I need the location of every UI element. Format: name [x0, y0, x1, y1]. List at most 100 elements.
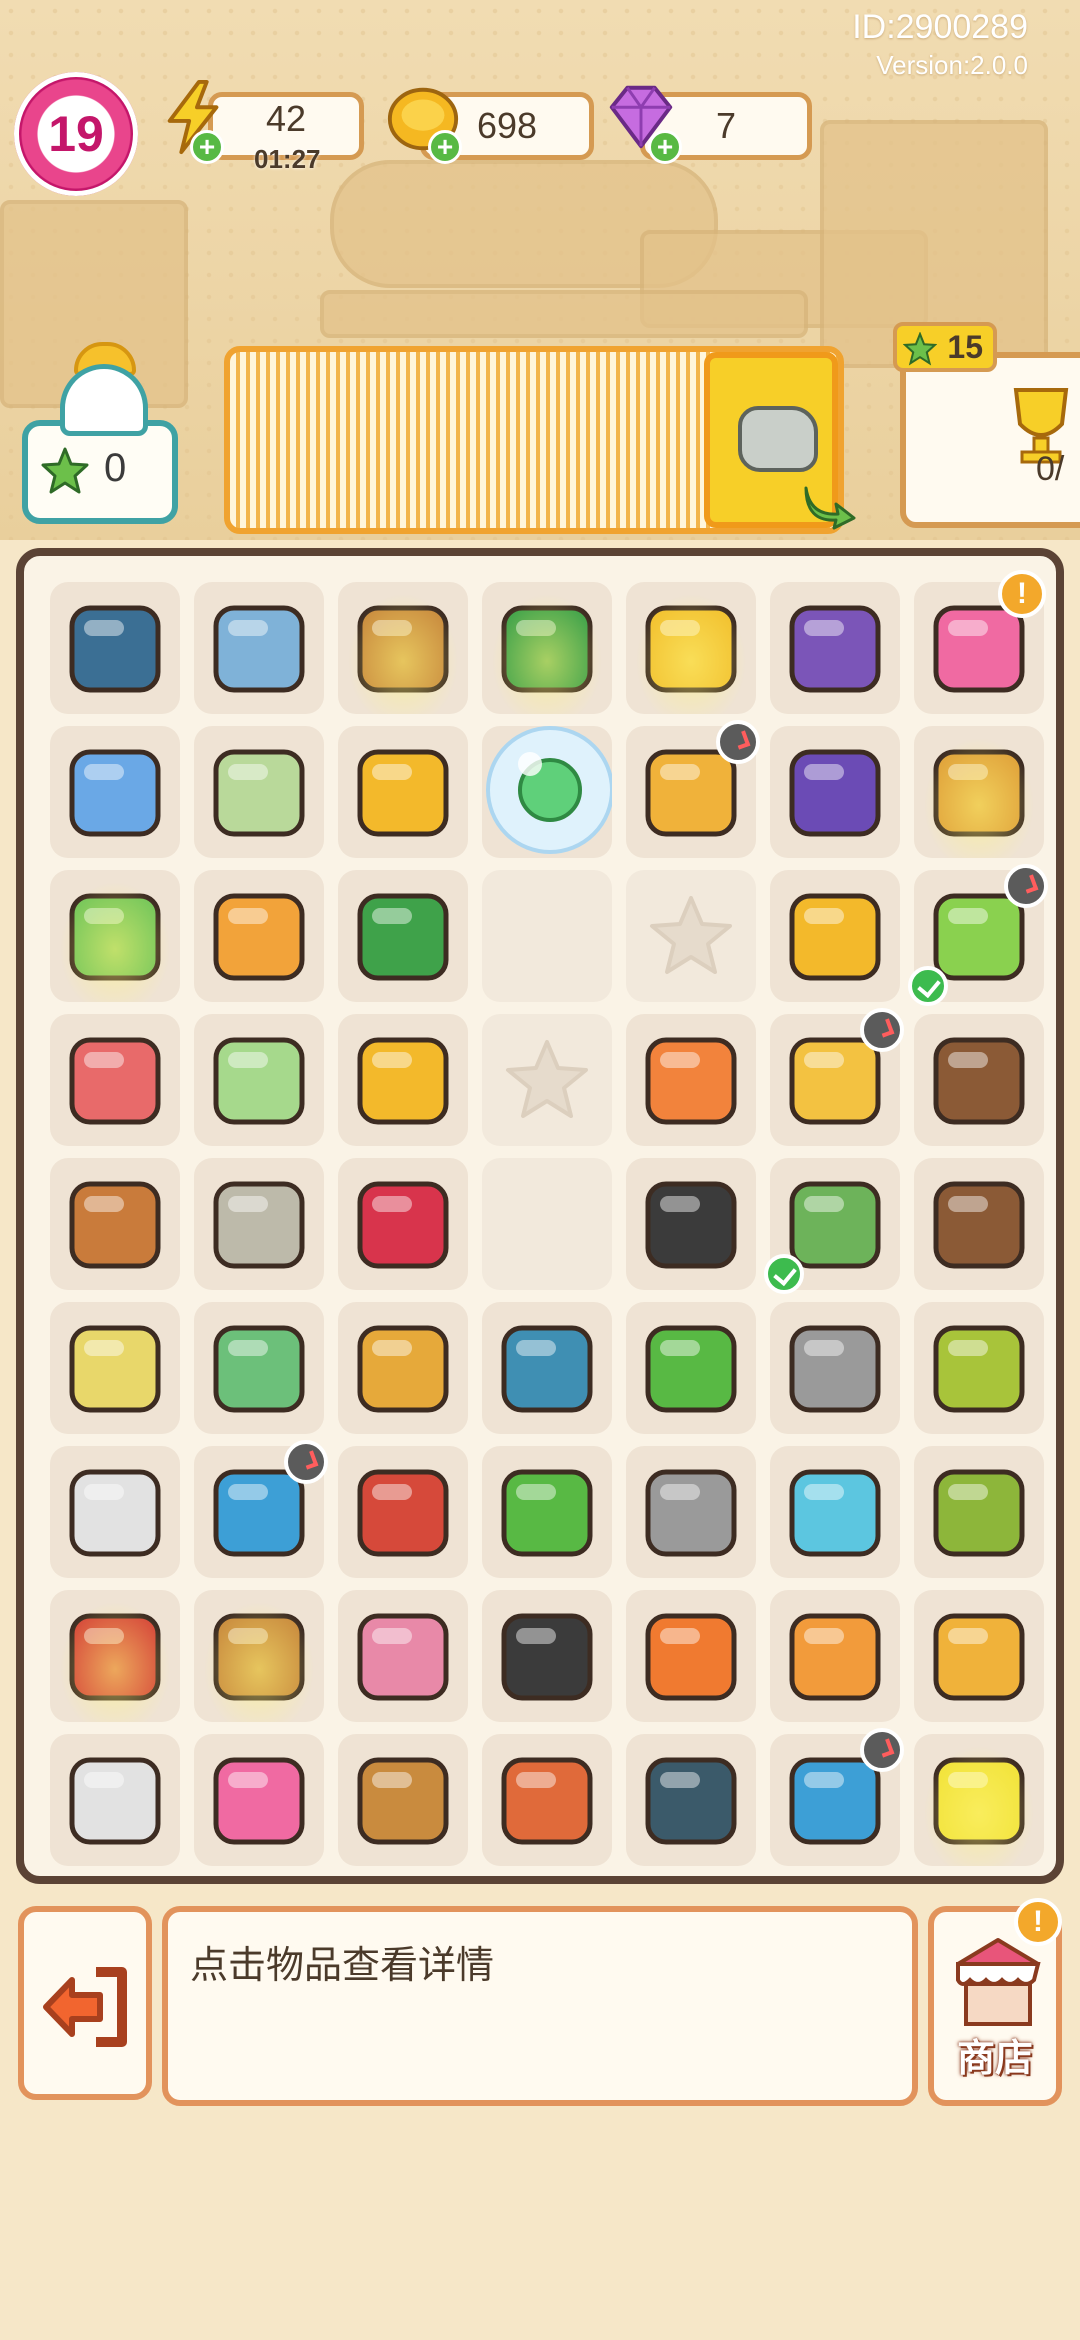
board-cell[interactable] [194, 1158, 324, 1290]
board-grid: ! [50, 570, 1048, 1866]
board-cell[interactable] [914, 726, 1044, 858]
box-item-icon [933, 1613, 1025, 1701]
board-cell[interactable] [50, 1590, 180, 1722]
toolbox-item-icon [69, 1037, 161, 1125]
board-cell[interactable] [482, 1734, 612, 1866]
board-cell[interactable] [908, 864, 1048, 1006]
board-cell[interactable] [626, 1158, 756, 1290]
pencil-item-icon [789, 1613, 881, 1701]
board-cell[interactable] [50, 582, 180, 714]
rosette-item-icon [357, 1037, 449, 1125]
board-cell[interactable] [482, 1158, 612, 1290]
coin-value: 698 [476, 105, 538, 146]
board-cell[interactable] [770, 582, 900, 714]
exit-icon [43, 1967, 127, 2047]
shop-button[interactable]: ! 商店 [928, 1898, 1062, 2106]
trophy-star-tag: 15 [893, 322, 997, 372]
item-detail-hint: 点击物品查看详情 [190, 1945, 495, 1987]
board-cell[interactable] [482, 726, 612, 858]
board-cell[interactable] [338, 1734, 468, 1866]
board-cell[interactable] [338, 870, 468, 1002]
phone-item-icon [789, 749, 881, 837]
board-cell[interactable] [770, 1728, 904, 1866]
add-gems-button[interactable]: + [648, 130, 682, 164]
board-cell[interactable] [338, 1590, 468, 1722]
board-cell[interactable] [626, 1302, 756, 1434]
board-cell[interactable] [626, 870, 756, 1002]
board-cell[interactable] [50, 726, 180, 858]
add-energy-button[interactable]: + [190, 130, 224, 164]
board-cell[interactable] [914, 1302, 1044, 1434]
board-cell[interactable] [482, 582, 612, 714]
board-cell[interactable] [770, 726, 900, 858]
board-cell[interactable] [482, 1446, 612, 1578]
frame-item-icon [69, 1325, 161, 1413]
board-cell[interactable] [626, 1734, 756, 1866]
gem-value: 7 [715, 105, 737, 146]
board-cell[interactable] [764, 1158, 900, 1294]
board-cell[interactable] [50, 1446, 180, 1578]
arrow-icon [804, 486, 856, 530]
board-cell[interactable] [194, 1734, 324, 1866]
energy-timer: 01:27 [254, 144, 321, 174]
board-cell[interactable] [50, 1302, 180, 1434]
star-stand[interactable]: 0 [22, 342, 178, 524]
bucket-item-icon [69, 1613, 161, 1701]
board-cell[interactable] [194, 1440, 328, 1578]
sprout-item-icon [933, 1181, 1025, 1269]
board-cell[interactable] [482, 870, 612, 1002]
board-cell[interactable] [770, 870, 900, 1002]
board-cell[interactable] [482, 1302, 612, 1434]
board-cell[interactable] [770, 1446, 900, 1578]
board-cell[interactable] [50, 1734, 180, 1866]
board-cell[interactable] [338, 1158, 468, 1290]
board-cell[interactable] [914, 1014, 1044, 1146]
empty-star-slot-icon [506, 1040, 588, 1118]
board-cell[interactable] [194, 1302, 324, 1434]
energy-value: 42 [265, 98, 307, 139]
board-cell[interactable] [194, 870, 324, 1002]
chip-item-icon [69, 605, 161, 693]
tiles-item-icon [501, 1325, 593, 1413]
board-cell[interactable]: ! [914, 570, 1046, 714]
cart2-item-icon [933, 1757, 1025, 1845]
board-cell[interactable] [626, 720, 760, 858]
board-cell[interactable] [914, 1590, 1044, 1722]
merge-board: ! [16, 548, 1064, 1884]
board-cell[interactable] [626, 582, 756, 714]
board-cell[interactable] [626, 1446, 756, 1578]
board-cell[interactable] [338, 1446, 468, 1578]
board-cell[interactable] [770, 1302, 900, 1434]
board-cell[interactable] [50, 870, 180, 1002]
board-cell[interactable] [626, 1590, 756, 1722]
board-cell[interactable] [194, 1014, 324, 1146]
board-cell[interactable] [482, 1014, 612, 1146]
star-count: 0 [104, 446, 127, 490]
board-cell[interactable] [194, 582, 324, 714]
wrench-item-icon [645, 1469, 737, 1557]
board-cell[interactable] [770, 1590, 900, 1722]
board-cell[interactable] [914, 1158, 1044, 1290]
clock-badge-icon [284, 1440, 328, 1484]
board-cell[interactable] [626, 1014, 756, 1146]
board-cell[interactable] [338, 1014, 468, 1146]
board-cell[interactable] [482, 1590, 612, 1722]
board-cell[interactable] [770, 1008, 904, 1146]
board-cell[interactable] [338, 1302, 468, 1434]
alert-badge-icon: ! [998, 570, 1046, 618]
board-cell[interactable] [194, 1590, 324, 1722]
level-badge[interactable]: 19 [14, 72, 138, 196]
add-coins-button[interactable]: + [428, 130, 462, 164]
exit-button[interactable] [18, 1906, 152, 2100]
bills-item-icon [213, 1325, 305, 1413]
board-cell[interactable] [50, 1014, 180, 1146]
trophy-panel[interactable] [900, 352, 1080, 528]
board-cell[interactable] [50, 1158, 180, 1290]
board-cell[interactable] [914, 1446, 1044, 1578]
board-cell[interactable] [914, 1734, 1044, 1866]
board-cell[interactable] [338, 726, 468, 858]
board-cell[interactable] [338, 582, 468, 714]
seed-item-icon [933, 1325, 1025, 1413]
wicker-item-icon [357, 1757, 449, 1845]
board-cell[interactable] [194, 726, 324, 858]
